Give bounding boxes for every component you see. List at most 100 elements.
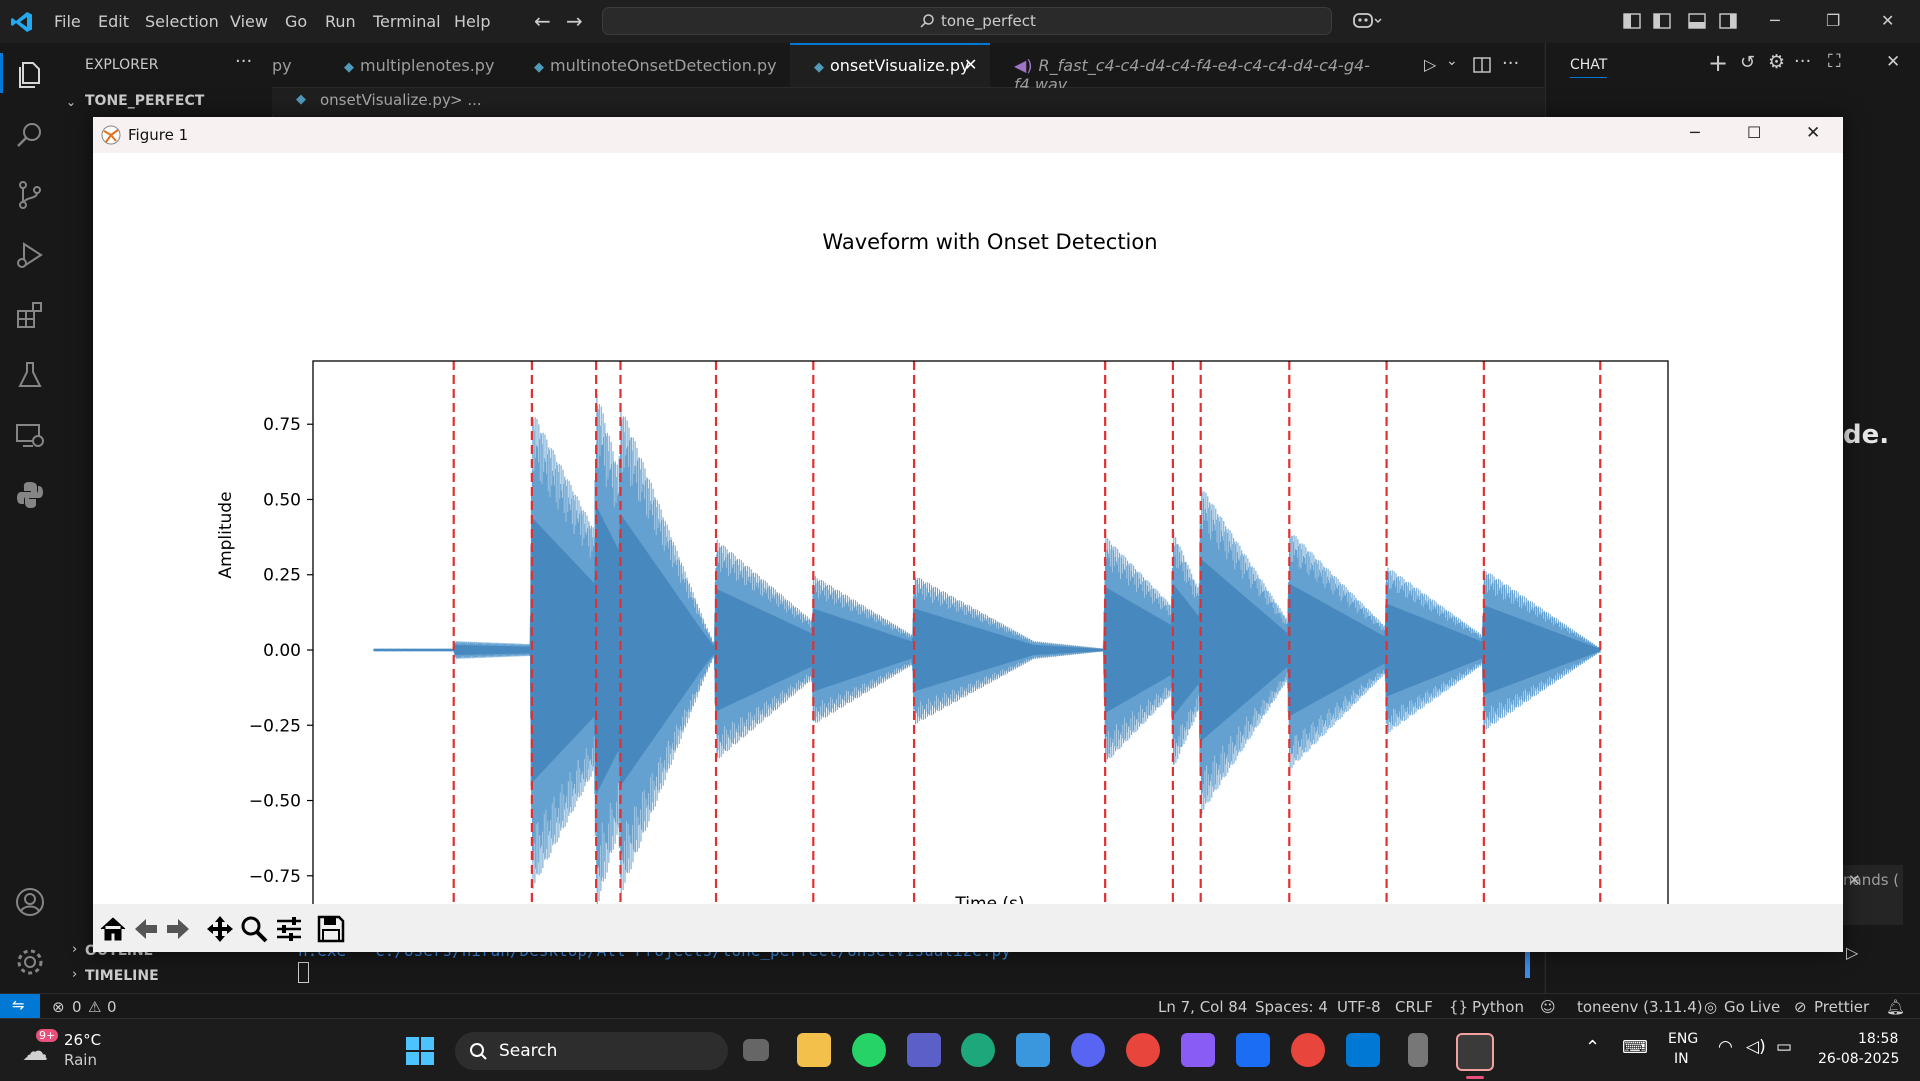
usb-device-icon[interactable]: [1408, 1033, 1428, 1067]
history-icon[interactable]: ↺: [1740, 52, 1755, 73]
warning-count[interactable]: 0: [107, 998, 117, 1016]
weather-widget[interactable]: ☁ 9+: [20, 1029, 59, 1067]
tab-partial[interactable]: py: [272, 43, 320, 87]
copilot-app-icon[interactable]: [1181, 1033, 1215, 1067]
tab-onset-visualize[interactable]: ◆ onsetVisualize.py ✕: [790, 43, 990, 87]
menu-selection[interactable]: Selection: [145, 12, 219, 31]
back-arrow-icon[interactable]: [131, 914, 161, 944]
configure-subplots-icon[interactable]: [274, 914, 304, 944]
restore-icon[interactable]: ❐: [1826, 11, 1840, 30]
more-actions-icon[interactable]: ···: [235, 51, 252, 72]
close-icon[interactable]: ✕: [1848, 871, 1861, 889]
pan-move-icon[interactable]: [205, 914, 235, 944]
command-center[interactable]: tone_perfect: [602, 7, 1332, 35]
toggle-panel-icon[interactable]: [1688, 13, 1706, 29]
python-figure-taskbar-icon[interactable]: [1456, 1033, 1494, 1071]
source-control-icon[interactable]: [14, 179, 46, 211]
send-icon[interactable]: ▷: [1846, 943, 1858, 962]
wifi-icon[interactable]: ◠: [1718, 1037, 1733, 1057]
teams-icon[interactable]: [907, 1033, 941, 1067]
chevron-up-icon[interactable]: ⌃: [1585, 1037, 1600, 1058]
chevron-down-icon[interactable]: ⌄: [1446, 53, 1458, 69]
language-in[interactable]: IN: [1674, 1051, 1689, 1067]
minimize-icon[interactable]: ─: [1690, 123, 1700, 142]
zoom-magnifier-icon[interactable]: [239, 914, 269, 944]
copilot-icon[interactable]: [1352, 10, 1382, 32]
error-count[interactable]: 0: [72, 998, 82, 1016]
file-explorer-icon[interactable]: [797, 1033, 831, 1067]
indentation[interactable]: Spaces: 4: [1255, 998, 1328, 1016]
forward-arrow-icon[interactable]: →: [566, 9, 583, 33]
menu-go[interactable]: Go: [285, 12, 307, 31]
copilot-status-icon[interactable]: ☺: [1540, 998, 1556, 1016]
tab-multinote-onset-detection[interactable]: ◆ multinoteOnsetDetection.py: [510, 43, 790, 87]
close-tab-icon[interactable]: ✕: [964, 55, 977, 74]
more-actions-icon[interactable]: ···: [1502, 53, 1519, 74]
settings-gear-icon[interactable]: ⚙: [1768, 51, 1785, 73]
python-icon[interactable]: [14, 479, 46, 511]
app-icon[interactable]: [1236, 1033, 1270, 1067]
save-floppy-icon[interactable]: [316, 914, 346, 944]
battery-icon[interactable]: ▭: [1776, 1037, 1792, 1057]
menu-run[interactable]: Run: [325, 12, 356, 31]
remote-indicator[interactable]: ⇋: [0, 994, 40, 1019]
language-eng[interactable]: ENG: [1668, 1031, 1698, 1047]
discord-icon[interactable]: [1071, 1033, 1105, 1067]
back-arrow-icon[interactable]: ←: [534, 9, 551, 33]
keyboard-icon[interactable]: ⌨: [1622, 1037, 1648, 1058]
toggle-sidebar-icon[interactable]: [1653, 13, 1671, 29]
run-debug-icon[interactable]: [14, 239, 46, 271]
chrome-profile-icon[interactable]: [1291, 1033, 1325, 1067]
new-chat-icon[interactable]: +: [1708, 49, 1728, 77]
menu-view[interactable]: View: [230, 12, 268, 31]
remote-explorer-icon[interactable]: [14, 419, 46, 451]
toggle-secondary-sidebar-icon[interactable]: [1719, 13, 1737, 29]
accounts-icon[interactable]: [14, 886, 46, 918]
chevron-down-icon[interactable]: ⌄: [66, 95, 76, 109]
breadcrumb-more[interactable]: > ...: [450, 91, 482, 109]
chat-title[interactable]: CHAT: [1570, 57, 1608, 78]
clock-time[interactable]: 18:58: [1858, 1031, 1898, 1047]
customize-layout-icon[interactable]: [1623, 13, 1641, 29]
close-icon[interactable]: ✕: [1806, 123, 1820, 143]
project-folder[interactable]: TONE_PERFECT: [85, 93, 204, 109]
split-editor-icon[interactable]: [1473, 57, 1491, 73]
home-icon[interactable]: [98, 914, 128, 944]
settings-gear-icon[interactable]: [14, 946, 46, 978]
windows-start-icon[interactable]: [405, 1036, 435, 1066]
more-actions-icon[interactable]: ···: [1794, 51, 1811, 72]
testing-flask-icon[interactable]: [14, 359, 46, 391]
explorer-icon[interactable]: [14, 59, 46, 91]
clock-date[interactable]: 26-08-2025: [1818, 1051, 1899, 1067]
maximize-panel-icon[interactable]: ⛶: [1828, 51, 1841, 72]
store-icon[interactable]: [1016, 1033, 1050, 1067]
whatsapp-icon[interactable]: [852, 1033, 886, 1067]
extensions-icon[interactable]: [14, 299, 46, 331]
tab-wav-file[interactable]: ◀) R_fast_c4-c4-d4-c4-f4-e4-c4-c4-d4-c4-g…: [990, 43, 1390, 94]
prettier-status[interactable]: Prettier: [1814, 998, 1869, 1016]
taskbar-search[interactable]: Search: [455, 1032, 728, 1070]
timeline-section[interactable]: TIMELINE: [85, 968, 159, 984]
go-live-button[interactable]: Go Live: [1724, 998, 1780, 1016]
maximize-icon[interactable]: ☐: [1747, 123, 1761, 142]
tab-multiplenotes[interactable]: ◆ multiplenotes.py: [320, 43, 510, 87]
bell-icon[interactable]: 🔔︎: [1886, 998, 1905, 1016]
task-view-icon[interactable]: [743, 1039, 769, 1061]
vscode-taskbar-icon[interactable]: [1346, 1033, 1380, 1067]
edge-icon[interactable]: [961, 1033, 995, 1067]
close-panel-icon[interactable]: ✕: [1886, 52, 1900, 72]
close-icon[interactable]: ✕: [1881, 11, 1894, 30]
menu-terminal[interactable]: Terminal: [373, 12, 441, 31]
vscode-logo-icon[interactable]: [10, 10, 34, 34]
menu-file[interactable]: File: [54, 12, 81, 31]
chrome-icon[interactable]: [1126, 1033, 1160, 1067]
python-environment[interactable]: toneenv (3.11.4): [1577, 998, 1703, 1016]
line-endings[interactable]: CRLF: [1395, 998, 1433, 1016]
run-file-icon[interactable]: ▷: [1424, 55, 1436, 74]
encoding[interactable]: UTF-8: [1337, 998, 1381, 1016]
language-mode[interactable]: Python: [1472, 998, 1524, 1016]
menu-help[interactable]: Help: [454, 12, 490, 31]
breadcrumb-file[interactable]: onsetVisualize.py: [320, 91, 451, 109]
menu-edit[interactable]: Edit: [98, 12, 129, 31]
forward-arrow-icon[interactable]: [163, 914, 193, 944]
